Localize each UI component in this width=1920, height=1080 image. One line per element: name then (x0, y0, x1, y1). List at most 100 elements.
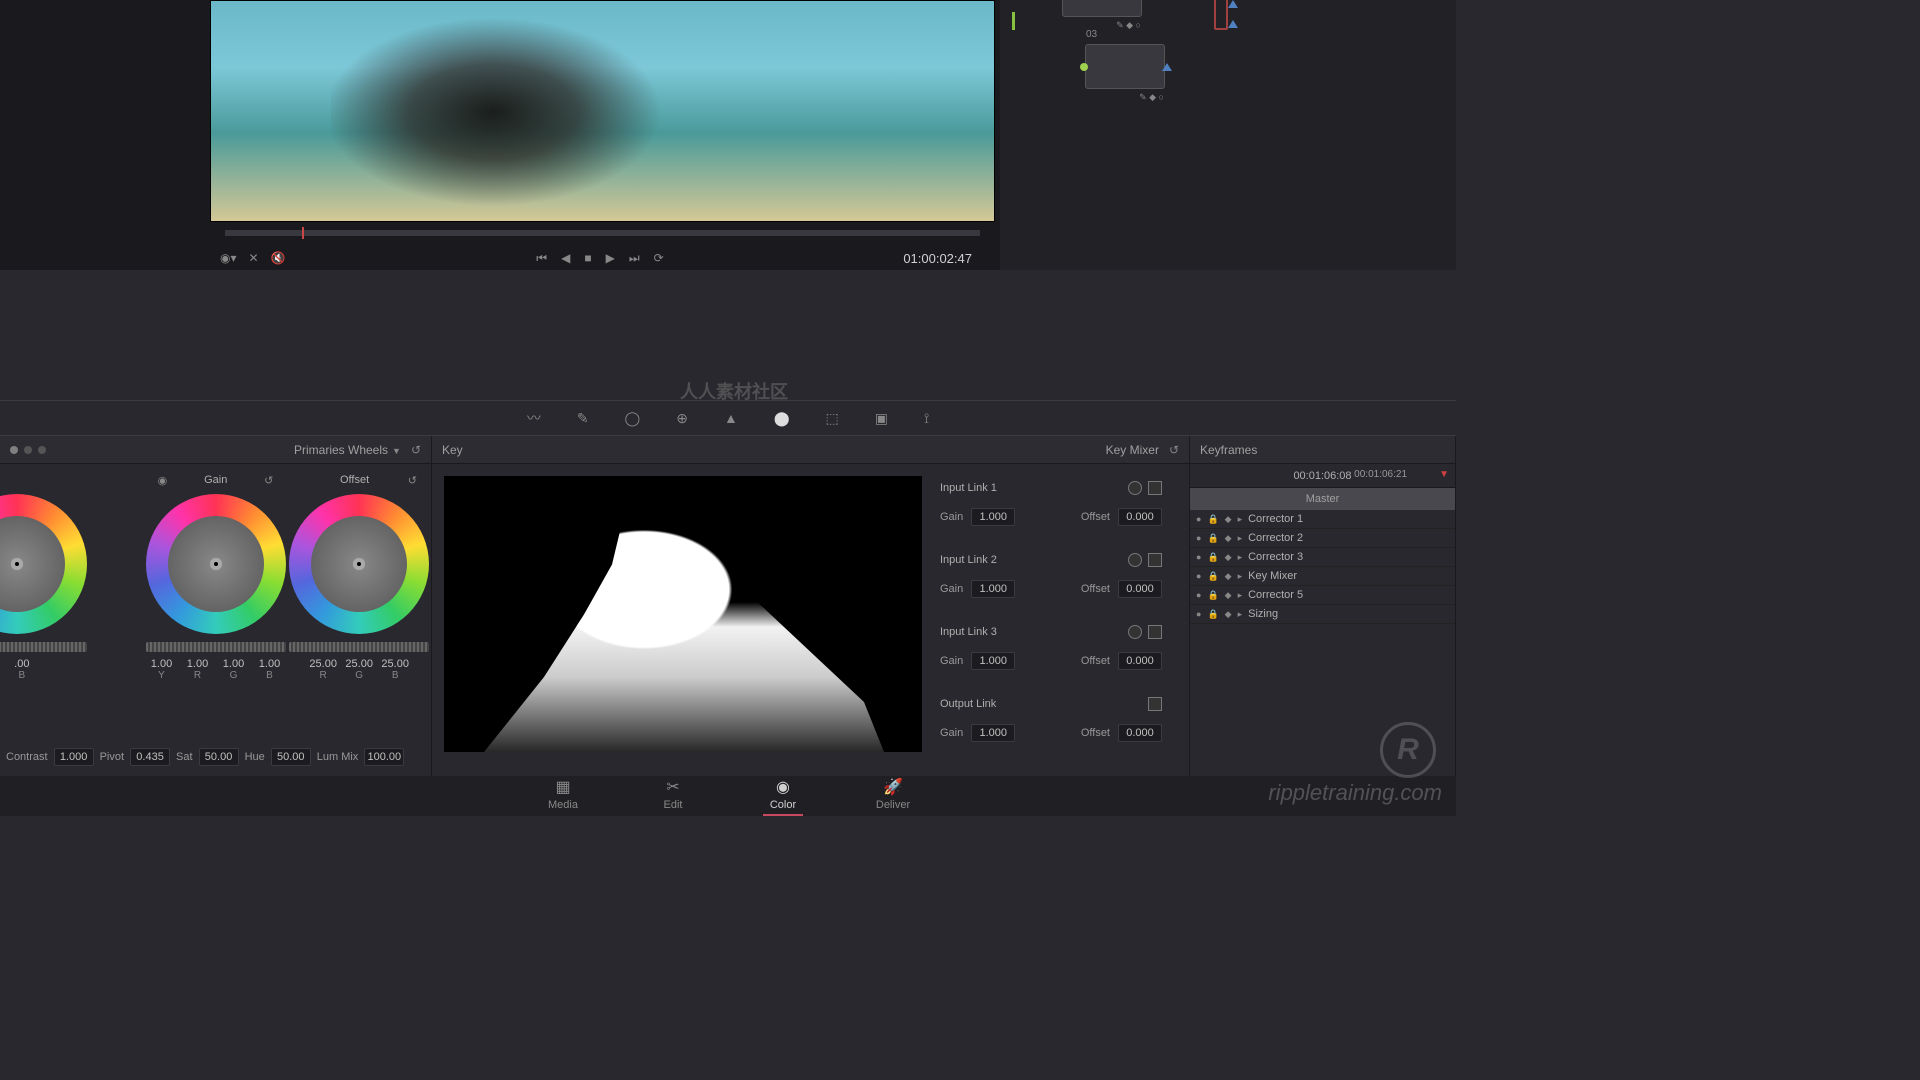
key-matte-view[interactable] (444, 476, 922, 752)
play-reverse-icon[interactable]: ◀ (561, 251, 570, 265)
offset-r[interactable]: 25.00 (308, 658, 338, 670)
lock-icon[interactable]: 🔒 (1207, 571, 1218, 582)
lock-icon[interactable]: 🔒 (1207, 590, 1218, 601)
bypass-icon[interactable]: ◉▾ (220, 251, 237, 265)
track-row[interactable]: ●🔒◆▸Sizing (1190, 605, 1455, 624)
contrast-value[interactable]: 1.000 (54, 748, 94, 766)
track-row[interactable]: ●🔒◆▸Corrector 5 (1190, 586, 1455, 605)
link3-invert-icon[interactable] (1128, 625, 1142, 639)
track-row[interactable]: ●🔒◆▸Key Mixer (1190, 567, 1455, 586)
diamond-icon[interactable]: ◆ (1225, 552, 1232, 563)
first-frame-icon[interactable]: ⏮ (536, 251, 547, 266)
jog-gain[interactable] (146, 642, 286, 652)
kf-playhead-icon[interactable]: ▼ (1439, 469, 1449, 480)
link3-gain-value[interactable]: 1.000 (971, 652, 1015, 670)
viewer-scrubber[interactable] (225, 230, 980, 236)
lock-icon[interactable]: 🔒 (1207, 609, 1218, 620)
diamond-icon[interactable]: ◆ (1225, 609, 1232, 620)
playhead[interactable] (302, 227, 304, 239)
color-wheel-lift[interactable] (0, 494, 87, 634)
link1-mask-icon[interactable] (1148, 481, 1162, 495)
node-input-dot[interactable] (1080, 63, 1088, 71)
gain-y[interactable]: 1.00 (147, 658, 177, 670)
offset-g[interactable]: 25.00 (344, 658, 374, 670)
outlink-offset-value[interactable]: 0.000 (1118, 724, 1162, 742)
node-out-tri-1[interactable] (1228, 0, 1238, 8)
nav-color[interactable]: ◉Color (763, 777, 803, 816)
key-mixer-label[interactable]: Key Mixer (1106, 443, 1159, 457)
node-graph[interactable]: ✎ ◆ ○ 03 ✎ ◆ ○ (1000, 0, 1456, 270)
play-icon[interactable]: ▶ (606, 251, 615, 265)
link2-offset-value[interactable]: 0.000 (1118, 580, 1162, 598)
link1-gain-value[interactable]: 1.000 (971, 508, 1015, 526)
gain-r[interactable]: 1.00 (183, 658, 213, 670)
sat-value[interactable]: 50.00 (199, 748, 239, 766)
primaries-mode-dropdown[interactable]: Primaries Wheels▼ (294, 443, 401, 457)
chevron-right-icon[interactable]: ▸ (1238, 514, 1243, 525)
nav-deliver[interactable]: 🚀Deliver (873, 777, 913, 816)
link2-invert-icon[interactable] (1128, 553, 1142, 567)
key-icon[interactable]: ⬤ (774, 410, 790, 427)
lock-icon[interactable]: 🔒 (1207, 552, 1218, 563)
stop-icon[interactable]: ■ (584, 251, 591, 265)
chevron-right-icon[interactable]: ▸ (1238, 609, 1243, 620)
gain-reset-icon[interactable]: ↺ (264, 474, 273, 487)
link1-offset-value[interactable]: 0.000 (1118, 508, 1162, 526)
node-mixer[interactable] (1214, 0, 1228, 30)
offset-b[interactable]: 25.00 (380, 658, 410, 670)
outlink-mask-icon[interactable] (1148, 697, 1162, 711)
node-02[interactable]: ✎ ◆ ○ (1062, 0, 1142, 17)
panel-dots[interactable] (10, 446, 46, 454)
track-row[interactable]: ●🔒◆▸Corrector 2 (1190, 529, 1455, 548)
curves-icon[interactable]: 〰 (527, 408, 541, 428)
gain-b[interactable]: 1.00 (255, 658, 285, 670)
data-burn-icon[interactable]: ⟟ (924, 410, 929, 427)
qualifier-icon[interactable]: ✎ (577, 410, 589, 427)
jog-lift[interactable] (0, 642, 87, 652)
window-icon[interactable]: ◯ (625, 410, 641, 427)
nav-media[interactable]: ▦Media (543, 777, 583, 816)
key-reset-icon[interactable]: ↺ (1169, 443, 1179, 457)
color-wheel-offset[interactable] (289, 494, 429, 634)
viewer-timecode[interactable]: 01:00:02:47 (903, 251, 972, 266)
outlink-gain-value[interactable]: 1.000 (971, 724, 1015, 742)
unmix-icon[interactable]: ✕ (249, 251, 259, 265)
reset-page-icon[interactable]: ↺ (411, 443, 421, 457)
diamond-icon[interactable]: ◆ (1225, 590, 1232, 601)
gain-picker-icon[interactable]: ◉ (158, 474, 168, 487)
lock-icon[interactable]: 🔒 (1207, 514, 1218, 525)
lummix-value[interactable]: 100.00 (364, 748, 404, 766)
chevron-right-icon[interactable]: ▸ (1238, 552, 1243, 563)
loop-icon[interactable]: ⟳ (654, 251, 664, 265)
chevron-right-icon[interactable]: ▸ (1238, 533, 1243, 544)
sizing-icon[interactable]: ⬚ (825, 410, 838, 427)
chevron-right-icon[interactable]: ▸ (1238, 590, 1243, 601)
last-frame-icon[interactable]: ⏭ (629, 251, 640, 266)
kf-master-row[interactable]: Master (1190, 488, 1455, 510)
link2-gain-value[interactable]: 1.000 (971, 580, 1015, 598)
offset-reset-icon[interactable]: ↺ (408, 474, 417, 487)
hue-value[interactable]: 50.00 (271, 748, 311, 766)
track-row[interactable]: ●🔒◆▸Corrector 1 (1190, 510, 1455, 529)
chevron-right-icon[interactable]: ▸ (1238, 571, 1243, 582)
tracker-icon[interactable]: ⊕ (676, 410, 688, 427)
jog-offset[interactable] (289, 642, 429, 652)
track-row[interactable]: ●🔒◆▸Corrector 3 (1190, 548, 1455, 567)
node-03[interactable]: 03 ✎ ◆ ○ (1085, 44, 1165, 89)
diamond-icon[interactable]: ◆ (1225, 571, 1232, 582)
link1-invert-icon[interactable] (1128, 481, 1142, 495)
pivot-value[interactable]: 0.435 (130, 748, 170, 766)
node-output-tri[interactable] (1162, 63, 1172, 71)
link3-mask-icon[interactable] (1148, 625, 1162, 639)
stereo-icon[interactable]: ▣ (875, 410, 888, 427)
node-out-tri-2[interactable] (1228, 20, 1238, 28)
link3-offset-value[interactable]: 0.000 (1118, 652, 1162, 670)
diamond-icon[interactable]: ◆ (1225, 514, 1232, 525)
diamond-icon[interactable]: ◆ (1225, 533, 1232, 544)
lock-icon[interactable]: 🔒 (1207, 533, 1218, 544)
gain-g[interactable]: 1.00 (219, 658, 249, 670)
partial-val[interactable]: .00 (7, 658, 37, 670)
color-wheel-gain[interactable] (146, 494, 286, 634)
nav-edit[interactable]: ✂Edit (653, 777, 693, 816)
blur-icon[interactable]: ▲ (724, 410, 738, 426)
